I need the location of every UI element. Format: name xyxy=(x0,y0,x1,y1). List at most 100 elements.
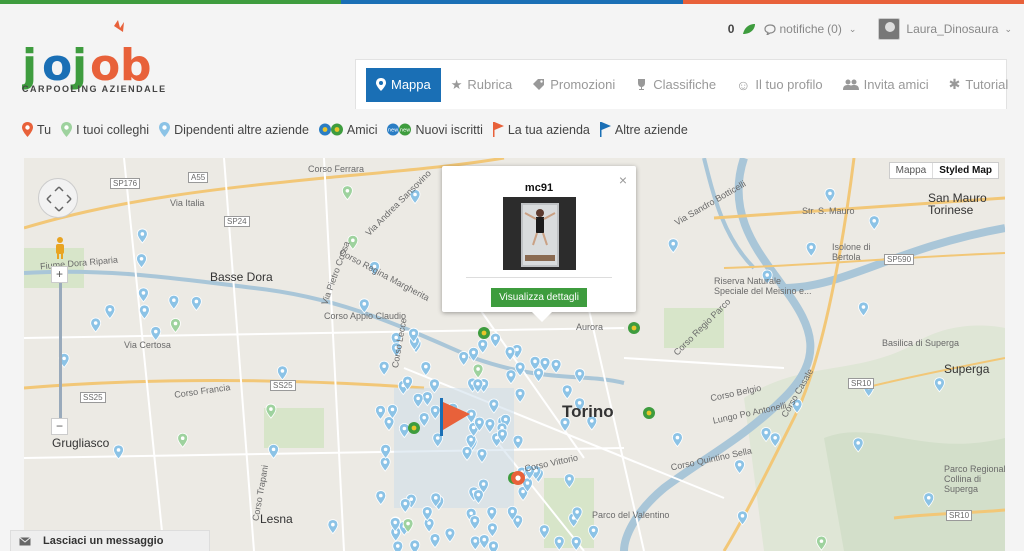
pan-control[interactable] xyxy=(38,178,78,218)
map-type-styled[interactable]: Styled Map xyxy=(932,163,998,178)
tab-profilo[interactable]: ☺ Il tuo profilo xyxy=(726,68,833,102)
friend-pin[interactable] xyxy=(643,407,655,419)
employee-pin[interactable] xyxy=(477,338,489,354)
employee-pin[interactable] xyxy=(421,391,433,407)
employee-pin[interactable] xyxy=(90,317,102,333)
view-details-button[interactable]: Visualizza dettagli xyxy=(491,288,587,307)
employee-pin[interactable] xyxy=(473,489,484,505)
employee-pin[interactable] xyxy=(420,361,432,377)
employee-pin[interactable] xyxy=(472,363,484,379)
employee-pin[interactable] xyxy=(734,459,745,475)
employee-pin[interactable] xyxy=(514,387,526,404)
employee-pin[interactable] xyxy=(375,490,387,506)
employee-pin[interactable] xyxy=(412,392,424,408)
employee-pin[interactable] xyxy=(561,384,573,400)
employee-pin[interactable] xyxy=(550,358,562,374)
employee-pin[interactable] xyxy=(490,332,501,348)
colleague-pin[interactable] xyxy=(737,510,748,526)
employee-pin[interactable] xyxy=(476,448,488,464)
legend-item-tua-azienda[interactable]: La tua azienda xyxy=(492,122,590,137)
tab-mappa[interactable]: Mappa xyxy=(366,67,441,102)
employee-pin[interactable] xyxy=(574,368,586,384)
user-menu[interactable]: Laura_Dinosaura ⌄ xyxy=(878,18,1012,40)
tab-invita-amici[interactable]: Invita amici xyxy=(833,68,939,102)
zoom-out-button[interactable]: − xyxy=(51,418,68,435)
employee-pin[interactable] xyxy=(409,539,421,551)
friend-pin[interactable] xyxy=(408,422,420,434)
employee-pin[interactable] xyxy=(472,378,484,394)
employee-pin[interactable] xyxy=(512,434,524,450)
employee-pin[interactable] xyxy=(923,492,935,508)
employee-pin[interactable] xyxy=(858,301,869,317)
employee-pin[interactable] xyxy=(484,418,496,434)
employee-pin[interactable] xyxy=(429,533,441,549)
close-icon[interactable]: × xyxy=(619,172,627,188)
colleague-pin[interactable] xyxy=(505,369,517,385)
employee-pin[interactable] xyxy=(514,361,526,377)
colleague-pin[interactable] xyxy=(104,304,116,320)
employee-pin[interactable] xyxy=(277,365,288,381)
employee-pin[interactable] xyxy=(429,378,440,394)
employee-pin[interactable] xyxy=(868,215,880,231)
notifications-menu[interactable]: notifiche (0) ⌄ xyxy=(764,22,856,36)
employee-pin[interactable] xyxy=(852,437,864,453)
employee-pin[interactable] xyxy=(486,506,498,522)
employee-pin[interactable] xyxy=(563,473,575,489)
employee-pin[interactable] xyxy=(769,432,781,448)
employee-pin[interactable] xyxy=(760,427,772,443)
legend-item-amici[interactable]: Amici xyxy=(318,123,377,137)
employee-pin[interactable] xyxy=(588,524,599,540)
colleague-pin[interactable] xyxy=(150,326,162,342)
message-bar[interactable]: Lasciaci un messaggio xyxy=(10,530,210,551)
colleague-pin[interactable] xyxy=(136,228,148,244)
employee-pin[interactable] xyxy=(444,527,456,543)
employee-pin[interactable] xyxy=(478,534,490,550)
colleague-pin[interactable] xyxy=(268,443,279,459)
employee-pin[interactable] xyxy=(468,346,479,363)
legend-item-tu[interactable]: Tu xyxy=(22,122,51,137)
employee-pin[interactable] xyxy=(327,519,339,535)
employee-pin[interactable] xyxy=(570,536,582,551)
employee-pin[interactable] xyxy=(429,404,441,420)
employee-pin[interactable] xyxy=(538,524,550,540)
employee-pin[interactable] xyxy=(136,253,147,269)
employee-pin[interactable] xyxy=(934,377,945,393)
employee-pin[interactable] xyxy=(113,444,124,460)
employee-pin[interactable] xyxy=(170,318,181,334)
employee-pin[interactable] xyxy=(378,360,390,376)
employee-pin[interactable] xyxy=(380,443,391,460)
tab-promozioni[interactable]: Promozioni xyxy=(522,68,625,102)
employee-pin[interactable] xyxy=(667,238,679,254)
employee-pin[interactable] xyxy=(418,412,430,428)
legend-item-altre-aziende[interactable]: Altre aziende xyxy=(599,122,688,137)
employee-pin[interactable] xyxy=(342,185,353,201)
employee-pin[interactable] xyxy=(816,535,827,551)
legend-item-nuovi-iscritti[interactable]: new new Nuovi iscritti xyxy=(387,123,483,137)
employee-pin[interactable] xyxy=(379,456,391,472)
legend-item-dipendenti[interactable]: Dipendenti altre aziende xyxy=(159,122,309,137)
employee-pin[interactable] xyxy=(488,398,500,414)
tab-rubrica[interactable]: ★ Rubrica xyxy=(441,68,522,102)
employee-pin[interactable] xyxy=(168,294,180,310)
employee-pin[interactable] xyxy=(469,535,481,551)
employee-pin[interactable] xyxy=(488,540,499,551)
streetview-pegman-icon[interactable] xyxy=(53,236,67,260)
employee-pin[interactable] xyxy=(190,296,202,312)
colleague-pin[interactable] xyxy=(265,403,277,419)
employee-pin[interactable] xyxy=(553,535,565,551)
employee-pin[interactable] xyxy=(458,351,470,367)
my-location-pin[interactable] xyxy=(511,471,525,485)
tab-tutorial[interactable]: ✱ Tutorial xyxy=(939,68,1019,102)
map-canvas[interactable]: Corso Ferrara Via Andrea Sansovino Basse… xyxy=(24,158,1005,551)
friend-pin[interactable] xyxy=(628,322,640,334)
employee-pin[interactable] xyxy=(138,287,149,303)
employee-pin[interactable] xyxy=(399,498,411,514)
legend-item-colleghi[interactable]: I tuoi colleghi xyxy=(61,122,149,137)
employee-pin[interactable] xyxy=(392,540,404,551)
employee-pin[interactable] xyxy=(672,432,683,448)
employee-pin[interactable] xyxy=(805,241,817,257)
employee-pin[interactable] xyxy=(504,346,516,362)
employee-pin[interactable] xyxy=(139,304,150,320)
employee-pin[interactable] xyxy=(824,188,836,204)
employee-pin[interactable] xyxy=(423,517,435,533)
